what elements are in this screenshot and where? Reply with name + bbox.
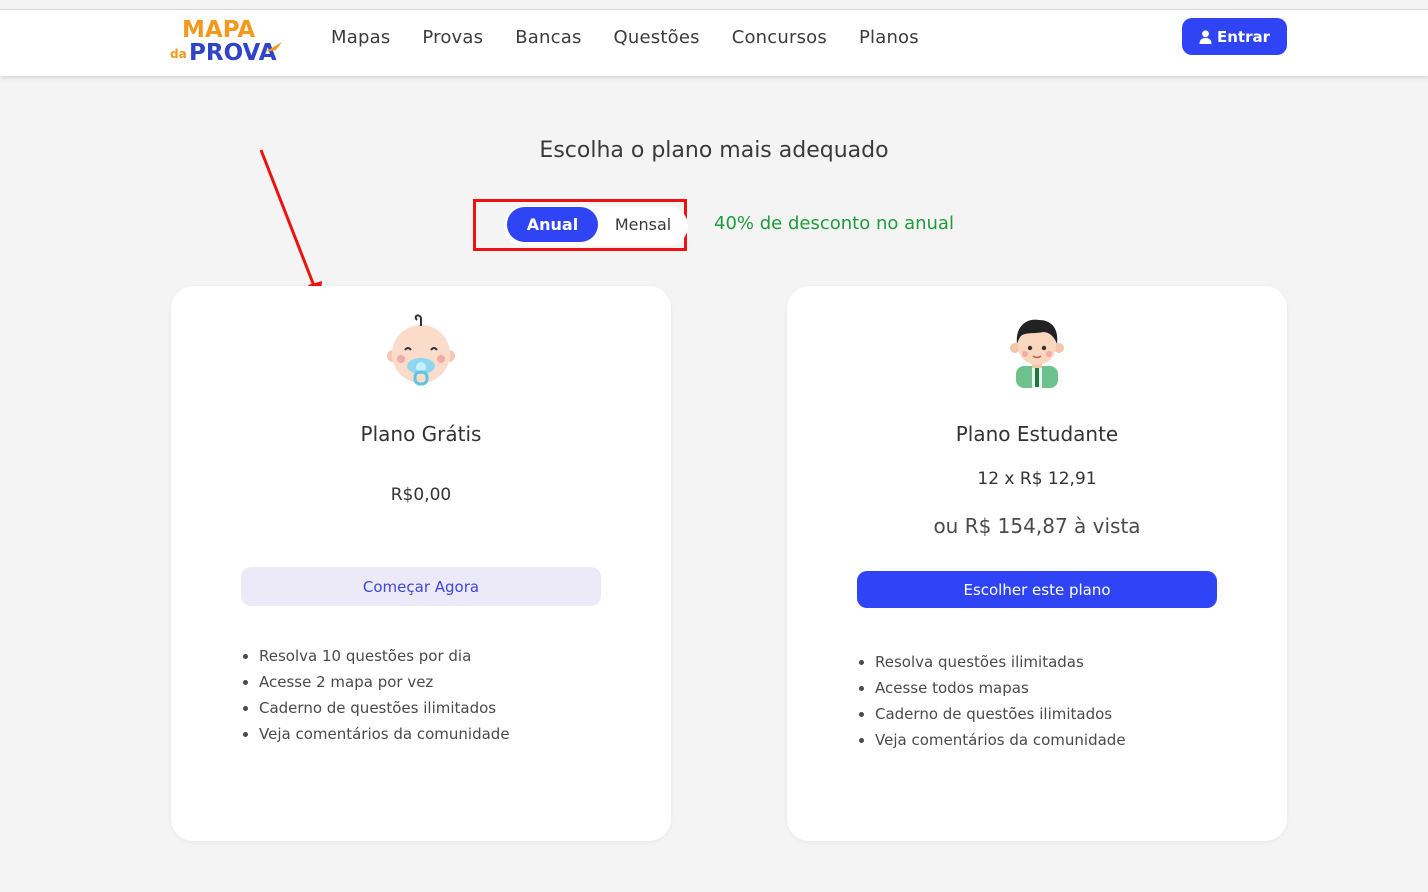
student-avatar-icon — [1010, 319, 1064, 388]
nav-provas[interactable]: Provas — [422, 27, 483, 48]
plan-price-installments: 12 x R$ 12,91 — [977, 469, 1097, 489]
page-title: Escolha o plano mais adequado — [539, 138, 889, 163]
nav-questoes[interactable]: Questões — [614, 27, 700, 48]
user-icon — [1199, 29, 1212, 44]
logo-text-small: da — [170, 47, 187, 61]
top-navbar: MAPA da PROVA Mapas Provas Bancas Questõ… — [0, 9, 1428, 76]
list-item: Veja comentários da comunidade — [875, 727, 1126, 753]
plan-card-student: Plano Estudante 12 x R$ 12,91 ou R$ 154,… — [787, 286, 1287, 841]
nav-planos[interactable]: Planos — [859, 27, 919, 48]
nav-concursos[interactable]: Concursos — [732, 27, 827, 48]
baby-avatar-icon — [387, 314, 455, 386]
nav-mapas[interactable]: Mapas — [331, 27, 390, 48]
plan-title: Plano Estudante — [955, 422, 1119, 446]
discount-text: 40% de desconto no anual — [714, 213, 954, 234]
main-nav: Mapas Provas Bancas Questões Concursos P… — [331, 10, 951, 64]
nav-bancas[interactable]: Bancas — [515, 27, 581, 48]
login-label: Entrar — [1216, 27, 1270, 46]
login-button[interactable]: Entrar — [1182, 18, 1287, 55]
list-item: Caderno de questões ilimitados — [875, 701, 1126, 727]
list-item: Veja comentários da comunidade — [259, 721, 510, 747]
list-item: Resolva 10 questões por dia — [259, 643, 510, 669]
annotation-arrow-icon — [259, 149, 322, 300]
start-now-button[interactable]: Começar Agora — [241, 567, 601, 606]
logo-text-bottom: PROVA — [189, 40, 277, 66]
choose-plan-button[interactable]: Escolher este plano — [857, 571, 1217, 608]
list-item: Acesse 2 mapa por vez — [259, 669, 510, 695]
feature-list: Resolva 10 questões por dia Acesse 2 map… — [259, 643, 510, 747]
plan-title: Plano Grátis — [360, 422, 482, 446]
list-item: Caderno de questões ilimitados — [259, 695, 510, 721]
toggle-annual-button[interactable]: Anual — [507, 207, 598, 242]
plan-price: R$0,00 — [390, 485, 452, 505]
list-item: Resolva questões ilimitadas — [875, 649, 1126, 675]
list-item: Acesse todos mapas — [875, 675, 1126, 701]
plan-card-free: Plano Grátis R$0,00 Começar Agora Resolv… — [171, 286, 671, 841]
feature-list: Resolva questões ilimitadas Acesse todos… — [875, 649, 1126, 753]
plan-price-full: ou R$ 154,87 à vista — [933, 514, 1141, 538]
logo[interactable]: MAPA da PROVA — [170, 12, 284, 68]
toggle-monthly-button[interactable]: Mensal — [604, 207, 682, 242]
